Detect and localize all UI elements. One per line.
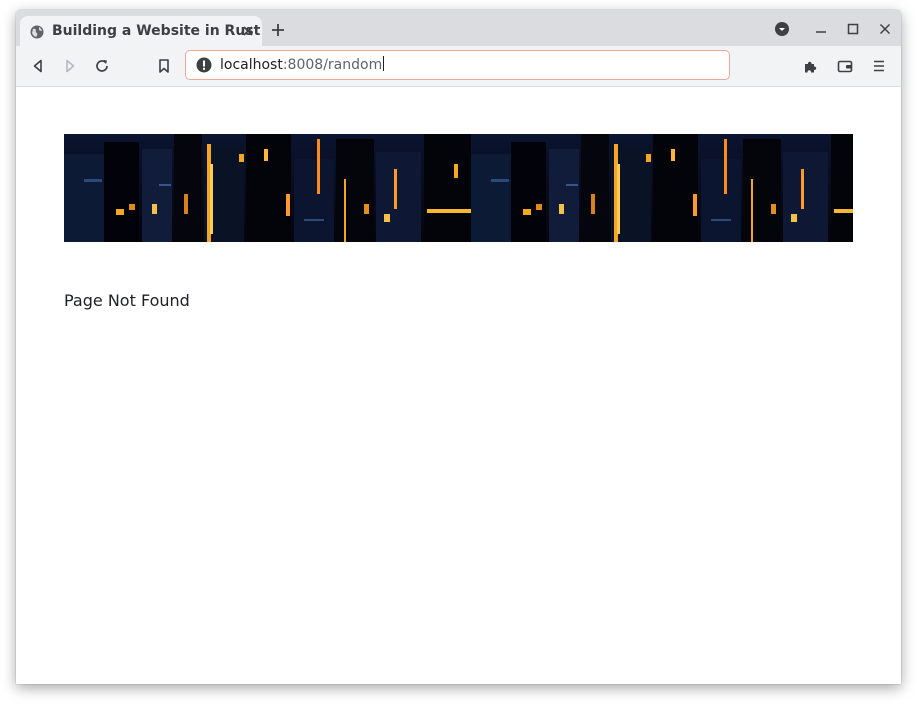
- browser-window: Building a Website in Rust localhost:800…: [16, 10, 901, 684]
- url-host: localhost: [220, 57, 283, 73]
- tab-title: Building a Website in Rust: [52, 23, 261, 39]
- browser-tab[interactable]: Building a Website in Rust: [20, 16, 262, 46]
- page-content: Page Not Found: [16, 87, 901, 684]
- extensions-icon[interactable]: [803, 58, 819, 74]
- url-text[interactable]: localhost:8008/random: [220, 56, 385, 73]
- minimize-icon[interactable]: [813, 21, 829, 37]
- close-icon[interactable]: [877, 21, 893, 37]
- back-icon[interactable]: [30, 58, 46, 74]
- page-not-found-message: Page Not Found: [64, 291, 190, 310]
- forward-icon[interactable]: [62, 58, 78, 74]
- toolbar: localhost:8008/random: [16, 46, 901, 87]
- globe-icon: [30, 25, 44, 39]
- text-caret: [383, 56, 385, 71]
- reload-icon[interactable]: [94, 58, 110, 74]
- tab-search-icon[interactable]: [774, 21, 790, 37]
- tab-strip: Building a Website in Rust: [16, 10, 901, 46]
- address-bar[interactable]: localhost:8008/random: [185, 50, 730, 80]
- banner-image: [64, 134, 853, 242]
- bookmark-icon[interactable]: [156, 58, 172, 74]
- tab-close-icon[interactable]: [240, 23, 256, 39]
- city-night-banner: [64, 134, 853, 242]
- info-icon[interactable]: [196, 57, 212, 73]
- maximize-icon[interactable]: [845, 21, 861, 37]
- menu-icon[interactable]: [871, 58, 887, 74]
- new-tab-icon[interactable]: [271, 23, 285, 37]
- wallet-icon[interactable]: [837, 58, 853, 74]
- url-path: :8008/random: [282, 57, 383, 73]
